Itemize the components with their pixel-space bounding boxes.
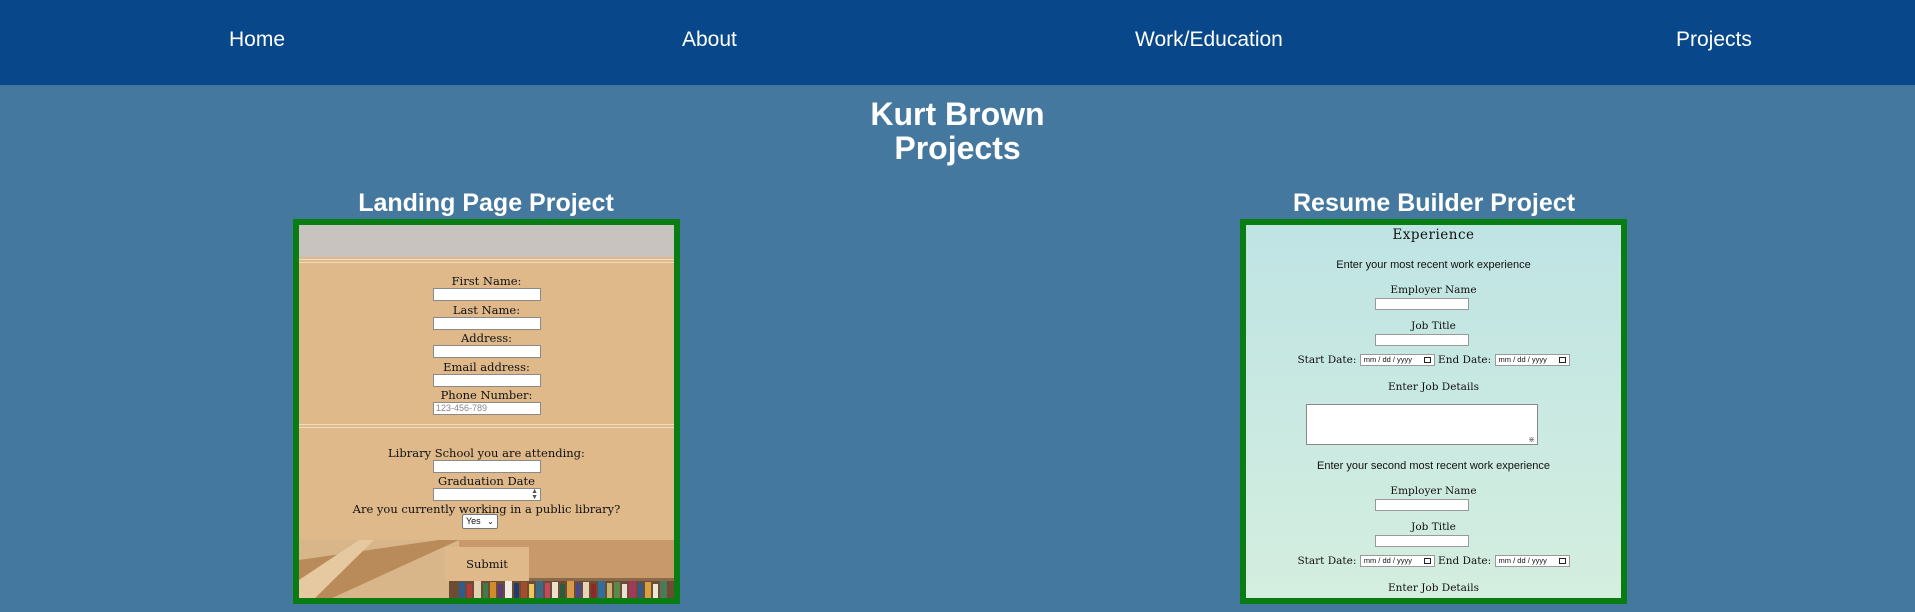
email-label: Email address: — [443, 360, 530, 374]
calendar-icon[interactable] — [1423, 558, 1431, 564]
school-label: Library School you are attending: — [388, 446, 585, 460]
resume-project-preview[interactable]: Experience Enter your most recent work e… — [1240, 219, 1627, 604]
phone-label: Phone Number: — [440, 388, 533, 402]
first-name-input[interactable] — [433, 288, 541, 301]
end-date-label: End Date: — [1438, 354, 1492, 366]
job-details-textarea[interactable]: ⋇ — [1306, 404, 1538, 445]
working-select[interactable]: Yes ⌄ — [462, 514, 498, 529]
page-title-projects: Projects — [894, 130, 1021, 166]
address-label: Address: — [460, 331, 512, 345]
graduation-date-input[interactable]: ▲ ▼ — [433, 488, 541, 501]
calendar-icon[interactable] — [1558, 357, 1566, 363]
date-placeholder: mm / dd / yyyy — [1363, 556, 1413, 565]
nav-projects[interactable]: Projects — [1676, 28, 1752, 52]
job-title-label: Job Title — [1411, 320, 1456, 332]
employer-input-2[interactable] — [1375, 499, 1469, 511]
spinner-icon[interactable]: ▲ ▼ — [531, 488, 538, 501]
email-input[interactable] — [433, 374, 541, 387]
chevron-down-icon: ⌄ — [487, 517, 494, 526]
calendar-icon[interactable] — [1423, 357, 1431, 363]
date-placeholder: mm / dd / yyyy — [1498, 556, 1547, 565]
school-input[interactable] — [433, 460, 541, 473]
address-input[interactable] — [433, 345, 541, 358]
divider — [299, 427, 674, 428]
resize-handle-icon[interactable]: ⋇ — [1528, 435, 1535, 444]
job-details-label-2: Enter Job Details — [1387, 582, 1480, 594]
start-date-label: Start Date: — [1297, 354, 1357, 366]
page-title-name: Kurt Brown — [870, 96, 1045, 132]
date-placeholder: mm / dd / yyyy — [1363, 355, 1413, 364]
employer-label-2: Employer Name — [1390, 485, 1477, 497]
date-placeholder: mm / dd / yyyy — [1498, 355, 1547, 364]
start-date-input[interactable]: mm / dd / yyyy — [1359, 354, 1435, 366]
last-name-input[interactable] — [433, 317, 541, 330]
end-date-label-2: End Date: — [1438, 555, 1492, 567]
start-date-label-2: Start Date: — [1297, 555, 1357, 567]
date-row: Start Date: mm / dd / yyyy End Date: mm … — [1246, 354, 1621, 366]
recent-experience-prompt: Enter your most recent work experience — [1336, 259, 1531, 271]
phone-input[interactable]: 123-456-789 — [433, 402, 541, 415]
top-nav: Home About Work/Education Projects — [0, 0, 1915, 85]
resume-project-title: Resume Builder Project — [1292, 189, 1576, 217]
experience-heading: Experience — [1392, 227, 1475, 243]
job-title-input[interactable] — [1375, 334, 1469, 346]
submit-button[interactable]: Submit — [445, 547, 529, 581]
divider — [299, 262, 674, 263]
working-select-value: Yes — [466, 516, 481, 526]
landing-project-preview[interactable]: First Name: Last Name: Address: Email ad… — [293, 219, 680, 604]
nav-work-education[interactable]: Work/Education — [1135, 28, 1283, 52]
divider — [299, 259, 674, 260]
end-date-input[interactable]: mm / dd / yyyy — [1494, 354, 1570, 366]
start-date-input-2[interactable]: mm / dd / yyyy — [1359, 555, 1435, 567]
nav-about[interactable]: About — [682, 28, 737, 52]
employer-label: Employer Name — [1390, 284, 1477, 296]
header-band — [299, 225, 674, 257]
graduation-label: Graduation Date — [438, 474, 535, 488]
second-experience-prompt: Enter your second most recent work exper… — [1317, 460, 1550, 472]
last-name-label: Last Name: — [452, 303, 521, 317]
calendar-icon[interactable] — [1558, 558, 1566, 564]
date-row-2: Start Date: mm / dd / yyyy End Date: mm … — [1246, 555, 1621, 567]
divider — [299, 424, 674, 425]
job-title-label-2: Job Title — [1411, 521, 1456, 533]
job-details-label: Enter Job Details — [1387, 381, 1480, 393]
job-title-input-2[interactable] — [1375, 535, 1469, 547]
first-name-label: First Name: — [451, 274, 522, 288]
landing-project-title: Landing Page Project — [358, 189, 614, 217]
end-date-input-2[interactable]: mm / dd / yyyy — [1494, 555, 1570, 567]
nav-home[interactable]: Home — [229, 28, 285, 52]
employer-input[interactable] — [1375, 298, 1469, 310]
